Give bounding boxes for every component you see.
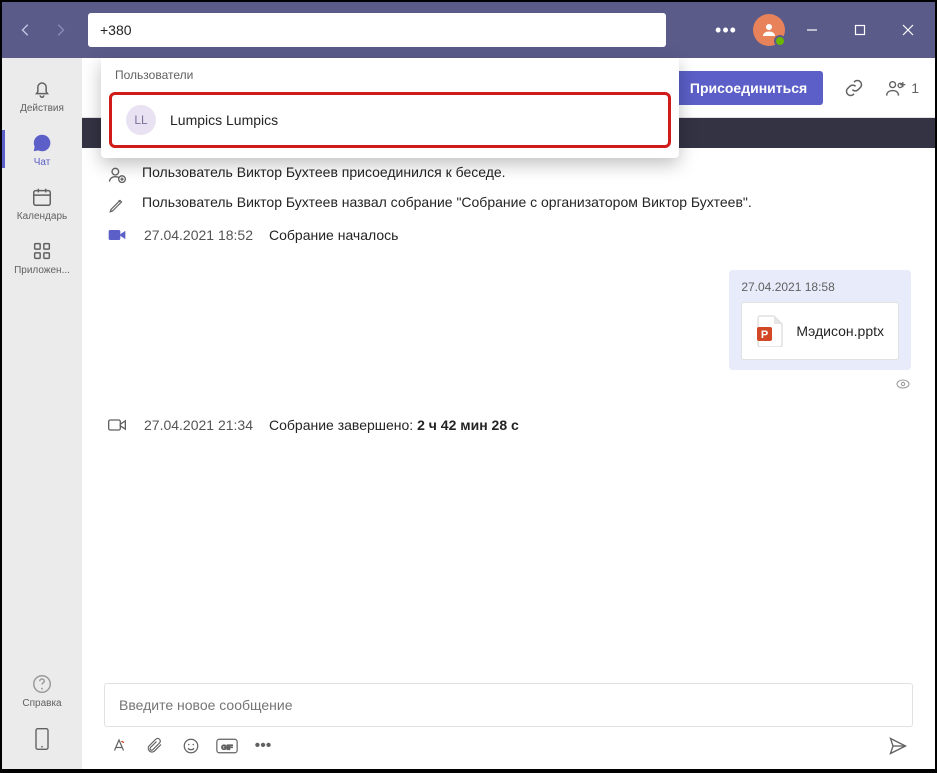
sidebar-item-activity[interactable]: Действия — [2, 68, 82, 122]
user-avatar[interactable] — [753, 14, 785, 46]
meeting-start-label: Собрание началось — [269, 227, 398, 243]
window-close-button[interactable] — [887, 14, 929, 46]
apps-icon — [30, 239, 54, 263]
sidebar-item-mobile[interactable] — [2, 717, 82, 761]
seen-icon — [895, 376, 911, 392]
nav-back-button[interactable] — [12, 16, 40, 44]
meeting-start-time: 27.04.2021 18:52 — [144, 227, 253, 243]
copy-link-button[interactable] — [837, 71, 871, 105]
sidebar-item-label: Приложен... — [14, 265, 70, 276]
search-result-item[interactable]: LL Lumpics Lumpics — [109, 92, 671, 148]
system-message-text: Пользователь Виктор Бухтеев присоединилс… — [142, 164, 506, 180]
app-sidebar: Действия Чат Календарь Приложен... — [2, 58, 82, 769]
search-input[interactable] — [100, 22, 654, 38]
compose-more-button[interactable]: ••• — [252, 735, 274, 757]
chat-message-list: Пользователь Виктор Бухтеев присоединилс… — [82, 148, 935, 683]
pencil-icon — [106, 194, 128, 216]
dropdown-section-label: Пользователи — [101, 68, 679, 88]
sidebar-item-label: Действия — [20, 103, 64, 114]
more-options-button[interactable]: ••• — [705, 14, 747, 46]
sidebar-item-chat[interactable]: Чат — [2, 122, 82, 176]
meeting-end-time: 27.04.2021 21:34 — [144, 417, 253, 433]
compose-area: GIF ••• — [82, 683, 935, 769]
mobile-icon — [30, 727, 54, 751]
nav-forward-button[interactable] — [46, 16, 74, 44]
user-added-icon — [106, 164, 128, 186]
svg-text:P: P — [761, 329, 768, 341]
gif-button[interactable]: GIF — [216, 735, 238, 757]
main-content: Присоединиться 1 Пользователь Ви — [82, 58, 935, 769]
title-bar: ••• — [2, 2, 935, 58]
format-button[interactable] — [108, 735, 130, 757]
send-button[interactable] — [887, 735, 909, 757]
participants-count: 1 — [911, 80, 919, 96]
attach-button[interactable] — [144, 735, 166, 757]
meeting-end-label: Собрание завершено: 2 ч 42 мин 28 с — [269, 417, 519, 433]
file-name: Мэдисон.pptx — [796, 323, 884, 339]
help-icon — [30, 672, 54, 696]
bell-icon — [30, 77, 54, 101]
video-icon — [106, 224, 128, 246]
sidebar-item-help[interactable]: Справка — [2, 663, 82, 717]
sidebar-item-label: Чат — [34, 157, 51, 168]
presence-badge — [774, 35, 786, 47]
participants-button[interactable]: 1 — [885, 78, 919, 98]
sidebar-item-label: Календарь — [17, 211, 67, 222]
search-results-dropdown: Пользователи LL Lumpics Lumpics — [101, 58, 679, 158]
message-bubble: 27.04.2021 18:58 P Мэдисон.pptx — [729, 270, 911, 392]
window-minimize-button[interactable] — [791, 14, 833, 46]
compose-box[interactable] — [104, 683, 913, 727]
result-avatar: LL — [126, 105, 156, 135]
svg-text:GIF: GIF — [221, 744, 232, 751]
search-box[interactable] — [88, 13, 666, 47]
window-maximize-button[interactable] — [839, 14, 881, 46]
sidebar-item-apps[interactable]: Приложен... — [2, 230, 82, 284]
system-message-text: Пользователь Виктор Бухтеев назвал собра… — [142, 194, 752, 210]
video-outline-icon — [106, 414, 128, 436]
file-attachment[interactable]: P Мэдисон.pptx — [741, 302, 899, 360]
sidebar-item-calendar[interactable]: Календарь — [2, 176, 82, 230]
emoji-button[interactable] — [180, 735, 202, 757]
chat-icon — [30, 131, 54, 155]
compose-input[interactable] — [119, 697, 898, 713]
join-meeting-button[interactable]: Присоединиться — [674, 71, 823, 105]
message-timestamp: 27.04.2021 18:58 — [741, 280, 899, 294]
powerpoint-icon: P — [756, 315, 784, 347]
result-name: Lumpics Lumpics — [170, 112, 278, 128]
calendar-icon — [30, 185, 54, 209]
sidebar-item-label: Справка — [22, 698, 61, 709]
